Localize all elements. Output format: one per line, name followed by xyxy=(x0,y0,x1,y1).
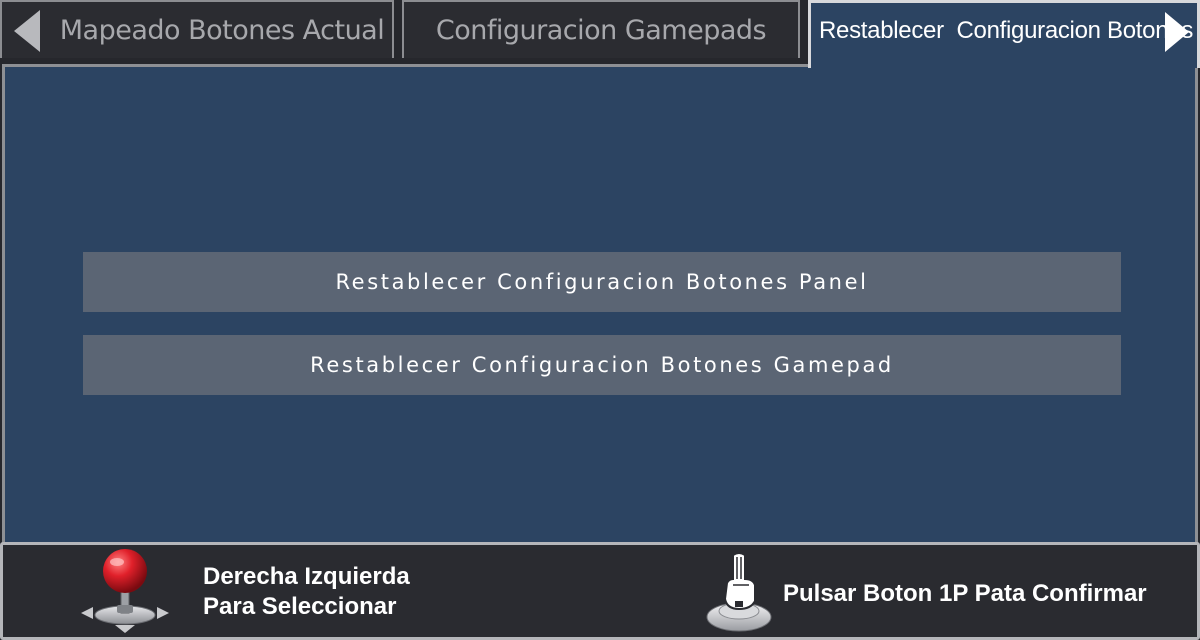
button-press-icon xyxy=(706,552,772,632)
arrow-left-icon[interactable] xyxy=(14,10,40,52)
confirm-hint: Pulsar Boton 1P Pata Confirmar xyxy=(783,580,1147,607)
hint-line-2: Para Seleccionar xyxy=(203,593,397,620)
hint-line-1: Derecha Izquierda xyxy=(203,563,410,590)
tab-label: Configuracion Gamepads xyxy=(435,14,767,46)
tab-label: Restablecer Configuracion Botones xyxy=(819,16,1194,44)
tab-mapeado-botones-actual[interactable]: Mapeado Botones Actual xyxy=(0,0,394,58)
footer-hints: Derecha Izquierda Para Seleccionar Pulsa… xyxy=(0,542,1200,640)
screen: Mapeado Botones Actual Configuracion Gam… xyxy=(0,0,1200,640)
reset-panel-buttons-option[interactable]: Restablecer Configuracion Botones Panel xyxy=(83,252,1121,312)
main-panel: Restablecer Configuracion Botones Panel … xyxy=(2,64,1198,544)
reset-gamepad-buttons-option[interactable]: Restablecer Configuracion Botones Gamepa… xyxy=(83,335,1121,395)
tab-label: Mapeado Botones Actual xyxy=(59,14,385,46)
move-select-hint: Derecha Izquierda Para Seleccionar xyxy=(203,562,410,622)
tab-configuracion-gamepads[interactable]: Configuracion Gamepads xyxy=(402,0,800,58)
tab-restablecer-configuracion-botones[interactable]: Restablecer Configuracion Botones xyxy=(808,0,1200,68)
arrow-right-icon[interactable] xyxy=(1165,12,1189,52)
option-label: Restablecer Configuracion Botones Panel xyxy=(335,270,869,294)
joystick-icon xyxy=(81,549,169,633)
option-label: Restablecer Configuracion Botones Gamepa… xyxy=(310,353,894,377)
